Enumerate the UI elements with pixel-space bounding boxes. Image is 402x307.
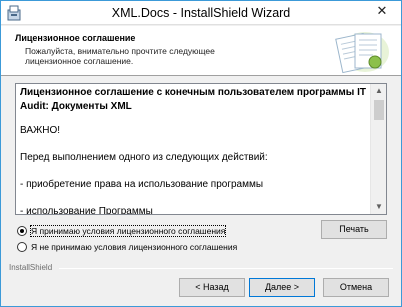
license-paragraph: ВАЖНО!: [20, 125, 61, 136]
decline-radio[interactable]: [17, 241, 27, 252]
scroll-down-icon[interactable]: ▼: [371, 200, 386, 214]
vertical-scrollbar[interactable]: ▲ ▼: [370, 84, 386, 214]
license-paragraph: Перед выполнением одного из следующих де…: [20, 152, 268, 163]
license-document-icon: [335, 32, 389, 74]
scrollbar-thumb[interactable]: [374, 100, 384, 120]
footer-divider: [59, 268, 393, 269]
back-button[interactable]: < Назад: [179, 278, 245, 297]
print-button[interactable]: Печать: [321, 220, 387, 239]
installshield-label: InstallShield: [9, 263, 53, 272]
page-title: Лицензионное соглашение: [15, 33, 136, 43]
license-heading: Лицензионное соглашение с конечным польз…: [20, 87, 367, 112]
page-subtitle: Пожалуйста, внимательно прочтите следующ…: [25, 46, 215, 66]
license-paragraph: - использование Программы: [20, 206, 153, 215]
license-text-box[interactable]: Лицензионное соглашение с конечным польз…: [15, 83, 387, 215]
license-paragraph: - приобретение права на использование пр…: [20, 179, 264, 190]
decline-label[interactable]: Я не принимаю условия лицензионного согл…: [31, 242, 237, 252]
window-title: XML.Docs - InstallShield Wizard: [111, 6, 291, 20]
license-text: Лицензионное соглашение с конечным польз…: [20, 86, 370, 215]
scroll-up-icon[interactable]: ▲: [371, 84, 386, 98]
cancel-button[interactable]: Отмена: [323, 278, 389, 297]
installer-window: XML.Docs - InstallShield Wizard ✕ Лиценз…: [0, 0, 402, 307]
accept-radio[interactable]: [17, 225, 27, 236]
accept-label[interactable]: Я принимаю условия лицензионного соглаше…: [29, 224, 227, 237]
close-icon[interactable]: ✕: [367, 1, 397, 21]
next-button[interactable]: Далее >: [249, 278, 315, 297]
accept-option[interactable]: Я принимаю условия лицензионного соглаше…: [17, 224, 227, 237]
title-bar: XML.Docs - InstallShield Wizard ✕: [1, 1, 401, 25]
wizard-header: Лицензионное соглашение Пожалуйста, вним…: [1, 26, 401, 76]
decline-option[interactable]: Я не принимаю условия лицензионного согл…: [17, 240, 237, 253]
